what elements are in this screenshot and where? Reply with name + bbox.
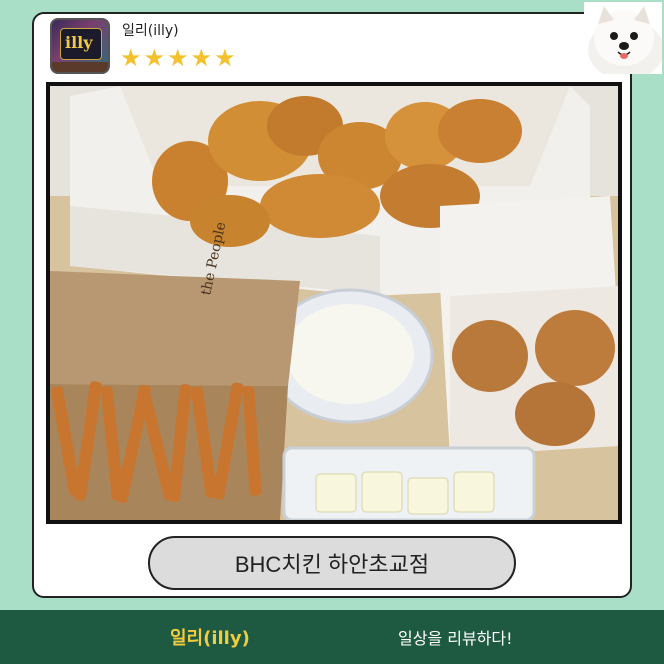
footer-bar: 일리(illy) 일상을 리뷰하다!	[0, 610, 664, 664]
review-photo[interactable]: the People	[46, 82, 622, 524]
star-icon: ★	[190, 44, 213, 72]
avatar[interactable]: illy	[50, 18, 110, 74]
avatar-text: illy	[65, 33, 93, 52]
footer-brand: 일리(illy)	[170, 628, 250, 649]
star-icon: ★	[214, 44, 236, 72]
star-icon: ★	[167, 44, 189, 72]
avatar-sign: illy	[60, 28, 102, 60]
footer-slogan: 일상을 리뷰하다!	[398, 629, 513, 648]
star-icon: ★	[120, 44, 142, 72]
username: 일리(illy)	[122, 23, 179, 39]
dog-mascot-icon	[584, 2, 662, 74]
place-name-pill[interactable]: BHC치킨 하안초교점	[148, 536, 516, 590]
avatar-floor	[52, 62, 108, 72]
rating-stars: ★ ★ ★ ★ ★	[120, 46, 236, 70]
star-icon: ★	[143, 44, 166, 72]
